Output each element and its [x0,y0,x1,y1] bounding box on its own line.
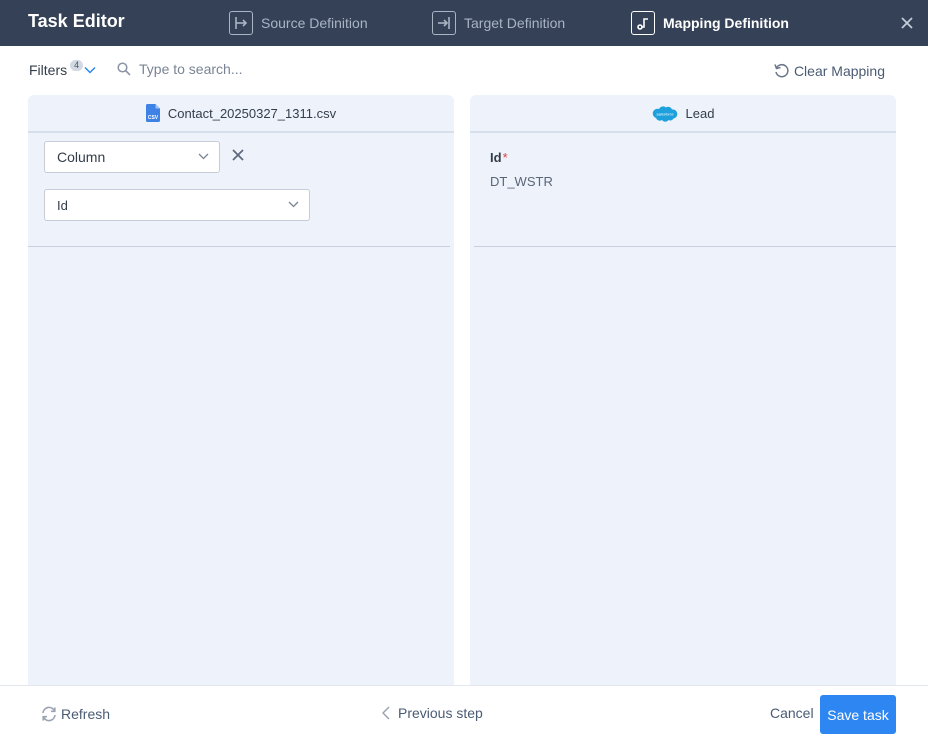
search-input[interactable] [139,61,439,77]
filters-count-badge: 4 [70,59,84,71]
refresh-icon [42,706,56,722]
previous-step-label: Previous step [398,705,483,721]
csv-file-icon: CSV [145,104,160,122]
target-field-row: Id* DT_WSTR [474,133,896,247]
mapping-step-icon [631,11,655,35]
required-marker: * [502,150,508,165]
filters-button[interactable]: Filters 4 [29,59,96,78]
remove-mapping-button[interactable] [232,148,246,162]
task-editor-header: Task Editor Source Definition Target Def… [0,0,928,46]
target-field: Id* [490,150,508,165]
dialog-title: Task Editor [28,11,125,31]
chevron-left-icon [382,706,390,720]
filters-label: Filters [29,62,68,78]
previous-step-button[interactable]: Previous step [382,705,483,721]
chevron-down-icon [198,153,209,160]
source-column-select[interactable]: Id [44,189,310,221]
close-icon [901,17,913,29]
source-panel-header: CSV Contact_20250327_1311.csv [28,95,454,133]
tab-target-definition-label: Target Definition [464,15,566,31]
mapping-type-value: Column [57,149,106,165]
target-field-type: DT_WSTR [490,174,553,189]
target-panel: salesforce Lead Id* DT_WSTR [470,95,896,685]
target-object-name: Lead [685,105,715,121]
clear-mapping-button[interactable]: Clear Mapping [773,62,885,79]
source-file-name: Contact_20250327_1311.csv [167,105,337,121]
chevron-down-icon [288,201,299,208]
salesforce-cloud-icon: salesforce [652,106,677,122]
save-task-button[interactable]: Save task [820,695,896,734]
close-icon [232,149,244,161]
target-step-icon [432,11,456,35]
clear-mapping-label: Clear Mapping [793,62,885,79]
source-step-icon [229,11,253,35]
target-field-name: Id [490,150,502,165]
refresh-label: Refresh [61,706,111,722]
mapping-type-select[interactable]: Column [44,141,220,173]
refresh-button[interactable]: Refresh [40,705,110,723]
target-panel-header: salesforce Lead [470,95,896,133]
tab-target-definition[interactable]: Target Definition [432,10,565,36]
tab-source-definition[interactable]: Source Definition [229,10,368,36]
search-box [117,61,439,77]
chevron-down-icon [84,66,96,74]
search-icon [117,62,131,76]
undo-icon [774,63,789,78]
tab-mapping-definition-label: Mapping Definition [663,15,789,31]
source-panel: CSV Contact_20250327_1311.csv Column Id [28,95,454,685]
mapping-toolbar: Filters 4 Clear Mapping [0,46,928,94]
close-button[interactable] [898,14,916,32]
source-column-value: Id [57,197,68,213]
salesforce-logo-text: salesforce [656,113,673,117]
cancel-button[interactable]: Cancel [770,705,814,721]
tab-source-definition-label: Source Definition [261,15,368,31]
tab-mapping-definition[interactable]: Mapping Definition [631,10,789,36]
csv-file-icon-text: CSV [148,115,159,121]
dialog-footer: Refresh Previous step Cancel Save task [0,685,928,741]
source-mapping-row: Column Id [28,133,450,247]
